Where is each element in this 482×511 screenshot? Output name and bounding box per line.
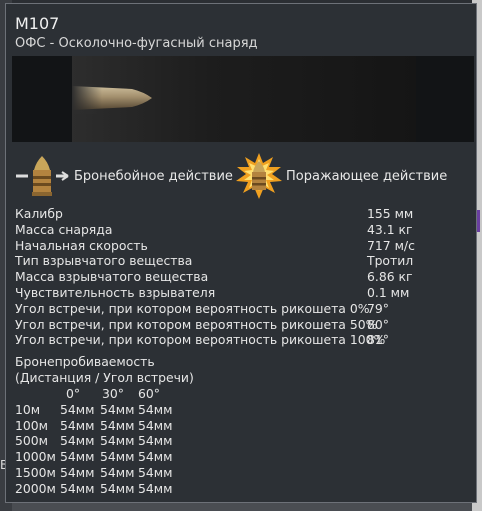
penetration-row: 10м 54мм 54мм 54мм	[15, 402, 178, 418]
penetration-cell: 54мм	[138, 401, 173, 417]
explosive-shell-icon	[236, 153, 282, 199]
distance-cell: 10м	[15, 401, 41, 417]
stat-name: Масса снаряда	[15, 221, 113, 237]
penetration-header: Бронепробиваемость (Дистанция / Угол вст…	[15, 354, 194, 386]
penetration-cell: 54мм	[60, 480, 95, 496]
stat-row: Масса снаряда 43.1 кг	[15, 222, 465, 238]
stat-row: Чувствительность взрывателя 0.1 мм	[15, 285, 465, 301]
penetration-cell: 54мм	[60, 464, 95, 480]
shell-name: M107	[15, 14, 60, 33]
stat-row: Начальная скорость 717 м/с	[15, 238, 465, 254]
stat-row: Масса взрывчатого вещества 6.86 кг	[15, 269, 465, 285]
stat-value: 717 м/с	[367, 237, 415, 253]
penetration-corner	[15, 386, 60, 402]
distance-cell: 500м	[15, 433, 48, 449]
stat-name: Угол встречи, при котором вероятность ри…	[15, 316, 378, 332]
penetration-cell: 54мм	[100, 464, 135, 480]
distance-cell: 2000м	[15, 480, 56, 496]
stat-value: 79°	[367, 300, 389, 316]
shell-stats: Калибр 155 мм Масса снаряда 43.1 кг Началь…	[15, 206, 465, 348]
armor-feature-label: Бронебойное действие	[74, 168, 233, 184]
penetration-row: 100м 54мм 54мм 54мм	[15, 418, 178, 434]
stat-row: Калибр 155 мм	[15, 206, 465, 222]
stat-value: 0.1 мм	[367, 284, 410, 300]
penetration-cell: 54мм	[60, 401, 95, 417]
penetration-angle-header: 0° 30° 60°	[15, 386, 178, 402]
penetration-table: 0° 30° 60° 10м 54мм 54мм 54мм 100м 54мм …	[15, 386, 178, 497]
penetration-cell: 54мм	[138, 480, 173, 496]
stat-name: Калибр	[15, 206, 63, 221]
stat-value: 81°	[367, 332, 389, 348]
distance-cell: 100м	[15, 417, 48, 433]
penetration-cell: 54мм	[60, 449, 95, 465]
stat-value: 155 мм	[367, 206, 414, 221]
penetration-cell: 54мм	[100, 480, 135, 496]
stat-row: Угол встречи, при котором вероятность ри…	[15, 317, 465, 333]
penetration-title: Бронепробиваемость	[15, 354, 155, 369]
angle-header: 60°	[138, 386, 160, 401]
angle-header: 0°	[66, 386, 81, 401]
stat-row: Тип взрывчатого вещества Тротил	[15, 253, 465, 269]
distance-cell: 1500м	[15, 464, 56, 480]
distance-cell: 1000м	[15, 449, 56, 465]
stat-value: 80°	[367, 316, 389, 332]
stat-name: Угол встречи, при котором вероятность ри…	[15, 300, 370, 316]
penetration-subtitle: (Дистанция / Угол встречи)	[15, 369, 194, 385]
penetration-cell: 54мм	[60, 417, 95, 433]
ammo-tooltip: M107 ОФС - Осколочно-фугасный снаряд Бро…	[5, 3, 477, 503]
penetration-row: 1000м 54мм 54мм 54мм	[15, 449, 178, 465]
stat-name: Угол встречи, при котором вероятность ри…	[15, 332, 386, 348]
penetration-cell: 54мм	[100, 433, 135, 449]
penetration-cell: 54мм	[100, 417, 135, 433]
damage-feature-label: Поражающее действие	[286, 168, 448, 184]
stat-value: Тротил	[367, 253, 414, 269]
shell-type: ОФС - Осколочно-фугасный снаряд	[15, 36, 258, 51]
shell-render-icon	[72, 84, 152, 114]
shell-preview	[12, 56, 474, 142]
penetration-cell: 54мм	[60, 433, 95, 449]
penetration-cell: 54мм	[138, 464, 173, 480]
stat-row: Угол встречи, при котором вероятность ри…	[15, 332, 465, 348]
shell-preview-image	[72, 56, 416, 142]
stat-name: Тип взрывчатого вещества	[15, 253, 193, 269]
penetration-cell: 54мм	[138, 449, 173, 465]
stat-name: Чувствительность взрывателя	[15, 284, 216, 300]
stat-value: 43.1 кг	[367, 221, 413, 237]
penetration-cell: 54мм	[100, 449, 135, 465]
penetration-cell: 54мм	[138, 433, 173, 449]
stat-name: Масса взрывчатого вещества	[15, 269, 209, 285]
armor-feature: Бронебойное действие	[14, 154, 233, 198]
damage-feature: Поражающее действие	[236, 153, 448, 199]
angle-header: 30°	[102, 386, 124, 401]
penetration-row: 1500м 54мм 54мм 54мм	[15, 465, 178, 481]
armor-piercing-shell-icon	[16, 156, 69, 196]
stat-name: Начальная скорость	[15, 237, 148, 253]
penetration-row: 2000м 54мм 54мм 54мм	[15, 481, 178, 497]
penetration-cell: 54мм	[138, 417, 173, 433]
stat-value: 6.86 кг	[367, 269, 413, 285]
penetration-cell: 54мм	[100, 401, 135, 417]
stat-row: Угол встречи, при котором вероятность ри…	[15, 301, 465, 317]
penetration-row: 500м 54мм 54мм 54мм	[15, 433, 178, 449]
